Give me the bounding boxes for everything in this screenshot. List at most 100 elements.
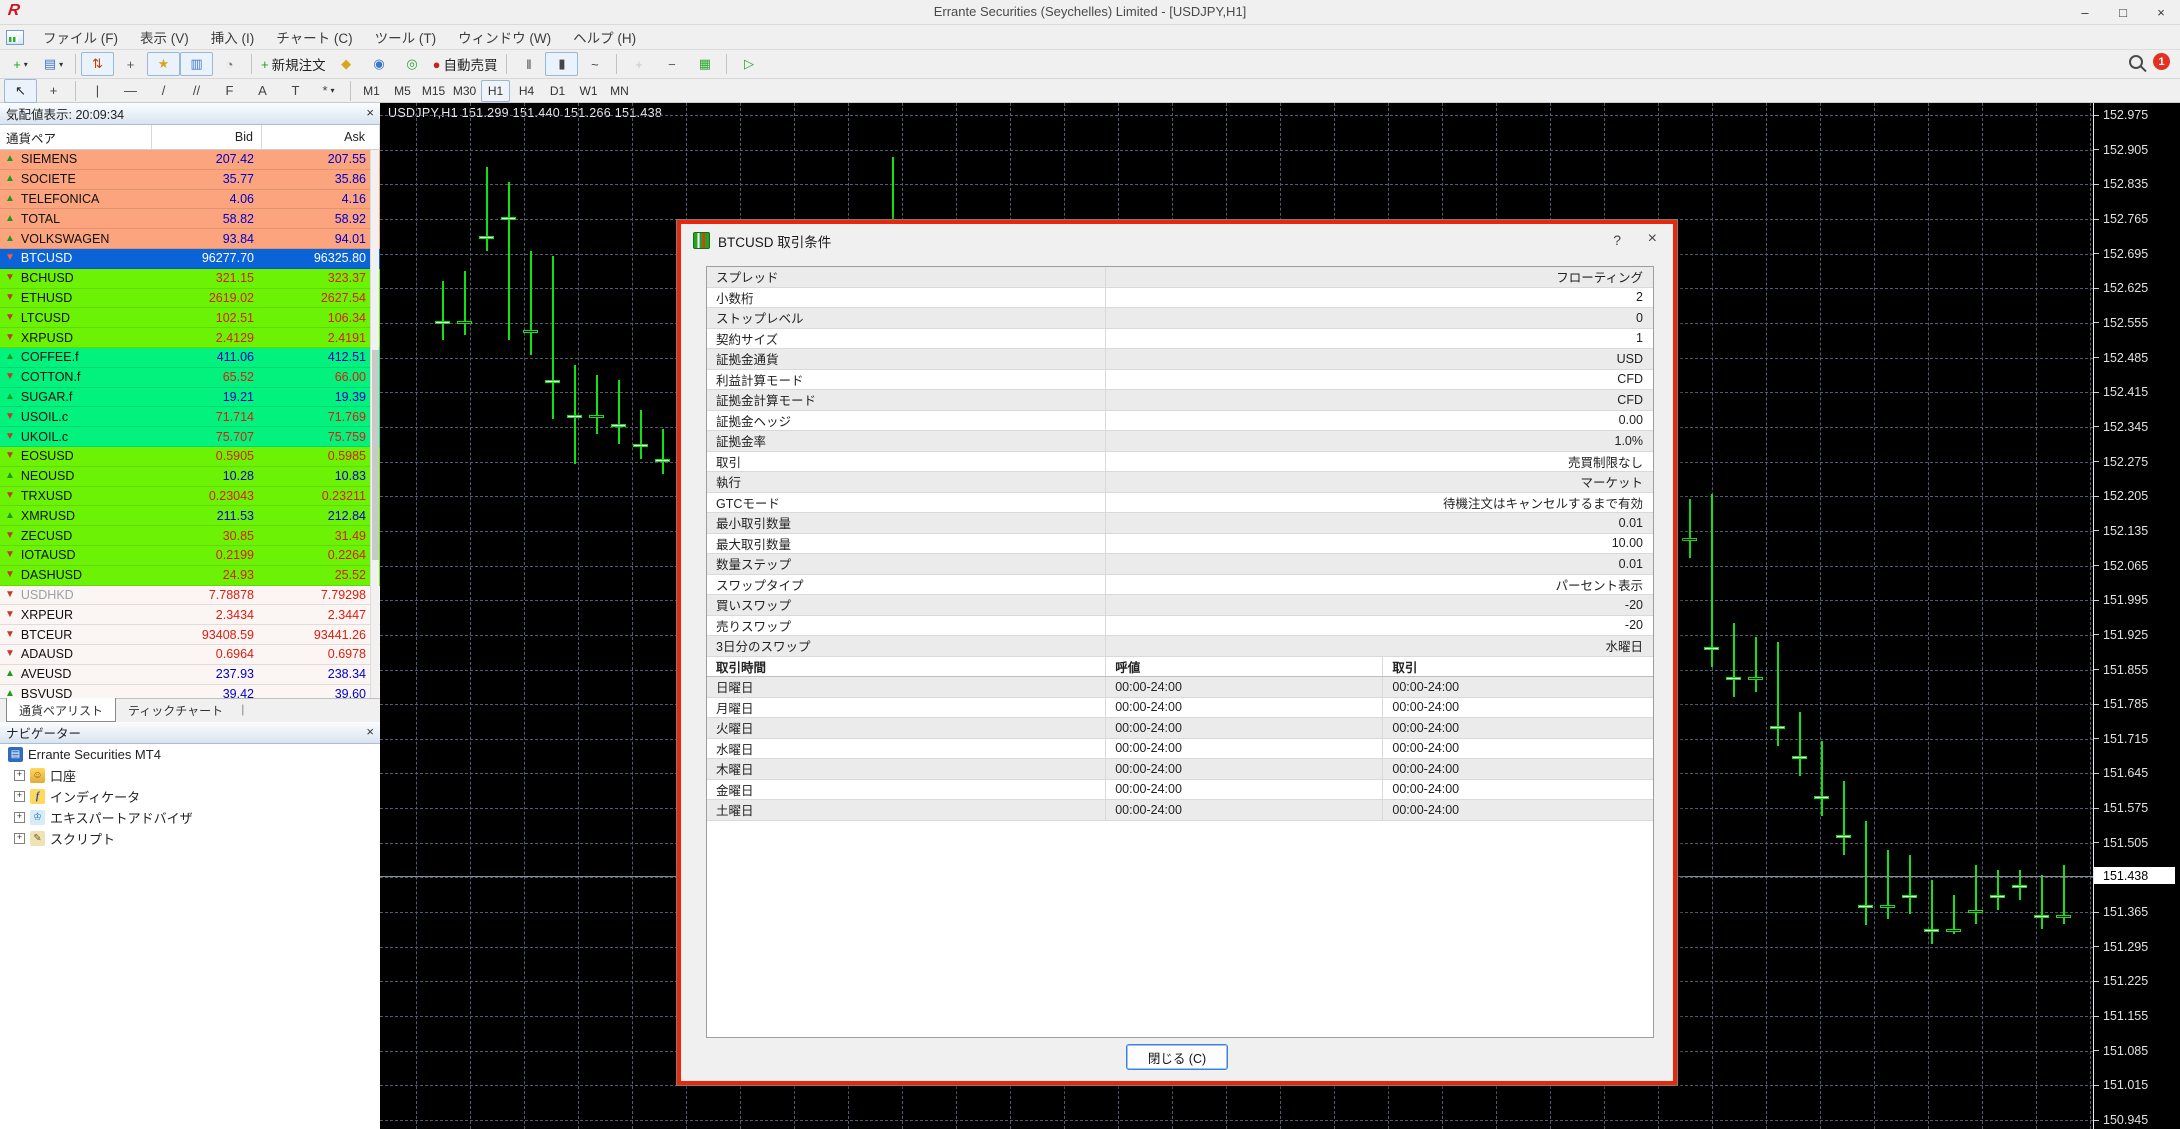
dialog-help-button[interactable]: ?	[1613, 232, 1621, 248]
signals-button[interactable]: ◎	[396, 52, 429, 76]
market-watch-row-dashusd[interactable]: ▼ DASHUSD 24.93 25.52	[0, 565, 380, 586]
navigator-toggle[interactable]: ★	[147, 52, 180, 76]
menu-item-3[interactable]: チャート (C)	[265, 23, 363, 51]
profiles-button[interactable]: ▤ ▾	[37, 52, 70, 76]
minimize-button[interactable]: –	[2066, 0, 2104, 25]
horizontal-line-button[interactable]: —	[114, 79, 147, 103]
navigator-item-2[interactable]: + ♔ エキスパートアドバイザ	[0, 807, 380, 828]
market-watch-row-eosusd[interactable]: ▼ EOSUSD 0.5905 0.5985	[0, 446, 380, 467]
tile-windows-button[interactable]: ▦	[688, 52, 721, 76]
market-watch-row-telefonica[interactable]: ▲ TELEFONICA 4.06 4.16	[0, 189, 380, 210]
market-watch-scrollbar[interactable]	[370, 150, 379, 698]
timeframe-h1[interactable]: H1	[481, 79, 510, 102]
tab-tick-chart[interactable]: ティックチャート	[116, 699, 235, 721]
market-watch-toggle[interactable]: ⇅	[81, 52, 114, 76]
timeframe-m5[interactable]: M5	[388, 80, 417, 102]
menu-item-0[interactable]: ファイル (F)	[32, 23, 129, 51]
market-watch-row-cotton.f[interactable]: ▼ COTTON.f 65.52 66.00	[0, 367, 380, 388]
text-label-button[interactable]: T	[279, 79, 312, 103]
menu-item-1[interactable]: 表示 (V)	[129, 23, 200, 51]
vertical-line-button[interactable]: |	[81, 79, 114, 103]
terminal-toggle[interactable]: ▥	[180, 52, 213, 76]
text-button[interactable]: A	[246, 79, 279, 103]
close-button[interactable]: ×	[2142, 0, 2180, 25]
timeframe-d1[interactable]: D1	[543, 80, 572, 102]
candlestick-mode-button[interactable]: ▮	[545, 52, 579, 76]
fibonacci-button[interactable]: F	[213, 79, 246, 103]
strategy-tester-toggle[interactable]: ◔	[213, 52, 246, 76]
metaeditor-button[interactable]: ◆	[330, 52, 363, 76]
timeframe-h4[interactable]: H4	[512, 80, 541, 102]
market-watch-row-neousd[interactable]: ▲ NEOUSD 10.28 10.83	[0, 466, 380, 487]
market-watch-row-xrpusd[interactable]: ▼ XRPUSD 2.4129 2.4191	[0, 328, 380, 348]
bar-chart-mode-button[interactable]: ‖	[512, 52, 545, 76]
data-window-toggle[interactable]: +	[114, 52, 147, 76]
expand-toggle[interactable]: +	[14, 770, 25, 781]
crosshair-button[interactable]: +	[37, 79, 70, 103]
market-watch-row-btcusd[interactable]: ▼ BTCUSD 96277.70 96325.80	[0, 248, 380, 269]
market-watch-row-adausd[interactable]: ▼ ADAUSD 0.6964 0.6978	[0, 644, 380, 665]
market-watch-row-trxusd[interactable]: ▼ TRXUSD 0.23043 0.23211	[0, 486, 380, 507]
market-watch-row-ukoil.c[interactable]: ▼ UKOIL.c 75.707 75.759	[0, 427, 380, 447]
market-watch-row-zecusd[interactable]: ▼ ZECUSD 30.85 31.49	[0, 526, 380, 546]
maximize-button[interactable]: □	[2104, 0, 2142, 25]
market-watch-row-usoil.c[interactable]: ▼ USOIL.c 71.714 71.769	[0, 407, 380, 428]
autotrading-button[interactable]: ● 自動売買	[429, 52, 502, 76]
close-dialog-button[interactable]: 閉じる (C)	[1126, 1044, 1228, 1070]
market-watch-row-xrpeur[interactable]: ▼ XRPEUR 2.3434 2.3447	[0, 605, 380, 626]
timeframe-w1[interactable]: W1	[574, 80, 603, 102]
mql5-community-button[interactable]: ◉	[363, 52, 396, 76]
chart-window-icon[interactable]	[6, 29, 24, 45]
trendline-button[interactable]: /	[147, 79, 180, 103]
market-watch-row-volkswagen[interactable]: ▲ VOLKSWAGEN 93.84 94.01	[0, 229, 380, 249]
column-header-bid[interactable]: Bid	[152, 125, 262, 149]
market-watch-row-aveusd[interactable]: ▲ AVEUSD 237.93 238.34	[0, 664, 380, 685]
menu-item-6[interactable]: ヘルプ (H)	[562, 23, 647, 51]
expand-toggle[interactable]: +	[14, 833, 25, 844]
timeframe-m15[interactable]: M15	[419, 80, 448, 102]
equidistant-channel-button[interactable]: //	[180, 79, 213, 103]
price-axis[interactable]: 152.975 152.905 152.835 152.765 152.695 152.6…	[2093, 103, 2180, 1129]
navigator-close-icon[interactable]: ×	[366, 725, 374, 739]
market-watch-row-ltcusd[interactable]: ▼ LTCUSD 102.51 106.34	[0, 308, 380, 329]
column-header-symbol[interactable]: 通貨ペア	[0, 125, 152, 149]
line-chart-mode-button[interactable]: ~	[578, 52, 611, 76]
arrows-button[interactable]: * ▾	[312, 79, 345, 103]
market-watch-row-xmrusd[interactable]: ▲ XMRUSD 211.53 212.84	[0, 506, 380, 527]
market-watch-row-bchusd[interactable]: ▼ BCHUSD 321.15 323.37	[0, 268, 380, 289]
search-icon[interactable]	[2129, 54, 2143, 69]
market-watch-row-usdhkd[interactable]: ▼ USDHKD 7.78878 7.79298	[0, 585, 380, 606]
new-chart-button[interactable]: + ▾	[4, 52, 37, 76]
market-watch-row-sugar.f[interactable]: ▲ SUGAR.f 19.21 19.39	[0, 387, 380, 408]
expand-toggle[interactable]: +	[14, 791, 25, 802]
timeframe-mn[interactable]: MN	[605, 80, 634, 102]
market-watch-row-ethusd[interactable]: ▼ ETHUSD 2619.02 2627.54	[0, 288, 380, 309]
navigator-item-3[interactable]: + ✎ スクリプト	[0, 828, 380, 849]
menu-item-5[interactable]: ウィンドウ (W)	[447, 23, 562, 51]
market-watch-row-siemens[interactable]: ▲ SIEMENS 207.42 207.55	[0, 150, 380, 170]
menu-item-4[interactable]: ツール (T)	[364, 23, 448, 51]
new-order-button[interactable]: + 新規注文	[257, 52, 330, 76]
market-watch-row-btceur[interactable]: ▼ BTCEUR 93408.59 93441.26	[0, 625, 380, 645]
menu-item-2[interactable]: 挿入 (I)	[200, 23, 266, 51]
market-watch-close-icon[interactable]: ×	[366, 106, 374, 120]
column-header-ask[interactable]: Ask	[262, 125, 380, 149]
cursor-button[interactable]: ↖	[4, 78, 37, 103]
timeframe-m30[interactable]: M30	[450, 80, 479, 102]
zoom-out-button[interactable]: −	[655, 52, 688, 76]
navigator-item-0[interactable]: + ☺ 口座	[0, 765, 380, 786]
scrollbar-thumb[interactable]	[372, 350, 379, 560]
notification-badge[interactable]: 1	[2153, 53, 2170, 70]
navigator-item-account-root[interactable]: ▤ Errante Securities MT4	[0, 744, 380, 765]
timeframe-m1[interactable]: M1	[357, 80, 386, 102]
tab-symbols[interactable]: 通貨ペアリスト	[6, 698, 117, 722]
auto-scroll-button[interactable]: ▷	[732, 52, 765, 76]
dialog-close-button[interactable]: ×	[1648, 230, 1657, 248]
market-watch-row-bsvusd[interactable]: ▲ BSVUSD 39.42 39.60	[0, 684, 380, 698]
navigator-item-1[interactable]: + f インディケータ	[0, 786, 380, 807]
expand-toggle[interactable]: +	[14, 812, 25, 823]
market-watch-row-iotausd[interactable]: ▼ IOTAUSD 0.2199 0.2264	[0, 545, 380, 566]
market-watch-row-total[interactable]: ▲ TOTAL 58.82 58.92	[0, 209, 380, 230]
market-watch-row-coffee.f[interactable]: ▲ COFFEE.f 411.06 412.51	[0, 347, 380, 368]
market-watch-row-societe[interactable]: ▲ SOCIETE 35.77 35.86	[0, 169, 380, 190]
